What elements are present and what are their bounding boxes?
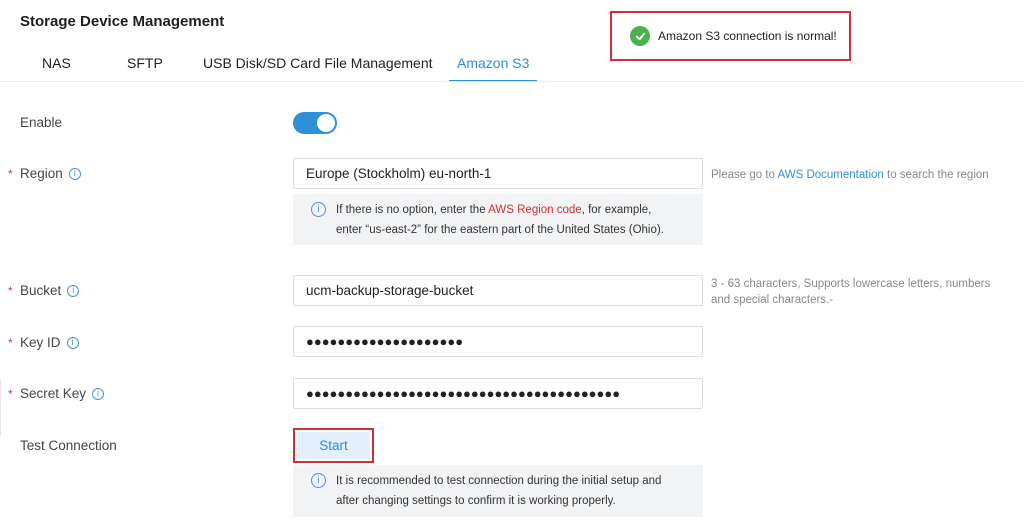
bucket-help-line1: 3 - 63 characters, Supports lowercase le… [711, 278, 991, 290]
enable-label-text: Enable [20, 115, 63, 130]
required-mark: * [8, 166, 13, 181]
check-circle-icon [630, 26, 650, 46]
region-value: Europe (Stockholm) eu-north-1 [306, 166, 492, 181]
enable-label: Enable [20, 115, 62, 130]
aws-documentation-link[interactable]: AWS Documentation [778, 169, 884, 181]
enable-toggle[interactable] [293, 112, 337, 134]
region-help-suffix: to search the region [883, 169, 989, 181]
bucket-input[interactable]: ucm-backup-storage-bucket [293, 275, 703, 306]
tab-amazon-s3[interactable]: Amazon S3 [448, 50, 538, 82]
bucket-value: ucm-backup-storage-bucket [306, 283, 474, 298]
toggle-knob [317, 114, 335, 132]
tab-divider [0, 81, 1024, 82]
bucket-help-line2: and special characters.- [711, 294, 834, 306]
info-icon[interactable]: i [66, 336, 79, 349]
key-id-value: ●●●●●●●●●●●●●●●●●●●● [306, 334, 464, 349]
test-connection-label-text: Test Connection [20, 438, 117, 453]
secret-key-input[interactable]: ●●●●●●●●●●●●●●●●●●●●●●●●●●●●●●●●●●●●●●●● [293, 378, 703, 409]
secret-key-value: ●●●●●●●●●●●●●●●●●●●●●●●●●●●●●●●●●●●●●●●● [306, 386, 621, 401]
toast-message: Amazon S3 connection is normal! [658, 29, 837, 43]
region-note: i If there is no option, enter the AWS R… [293, 194, 703, 245]
test-note-line1: It is recommended to test connection dur… [336, 475, 662, 487]
test-note-line2: after changing settings to confirm it is… [336, 495, 616, 507]
tab-sftp[interactable]: SFTP [127, 50, 163, 82]
info-icon[interactable]: i [68, 167, 81, 180]
secret-key-label-text: Secret Key [20, 386, 87, 401]
bucket-label: * Bucket i [8, 283, 80, 298]
required-mark: * [8, 386, 13, 401]
tab-nas[interactable]: NAS [42, 50, 71, 82]
side-divider [0, 380, 1, 435]
tab-usb-disk[interactable]: USB Disk/SD Card File Management [203, 50, 433, 82]
info-icon[interactable]: i [67, 284, 80, 297]
page-title: Storage Device Management [20, 13, 225, 30]
start-button-highlight: Start [293, 428, 374, 463]
aws-region-code-text: AWS Region code [488, 204, 582, 216]
secret-key-label: * Secret Key i [8, 386, 105, 401]
bucket-help: 3 - 63 characters, Supports lowercase le… [711, 276, 990, 308]
key-id-label-text: Key ID [20, 335, 61, 350]
key-id-label: * Key ID i [8, 335, 79, 350]
toast-highlight: Amazon S3 connection is normal! [610, 11, 851, 61]
test-connection-label: Test Connection [20, 438, 117, 453]
region-note-suffix: , for example, [581, 204, 652, 216]
required-mark: * [8, 335, 13, 350]
region-label-text: Region [20, 166, 63, 181]
bucket-label-text: Bucket [20, 283, 62, 298]
test-connection-note: i It is recommended to test connection d… [293, 465, 703, 517]
region-help: Please go to AWS Documentation to search… [711, 167, 989, 183]
info-icon[interactable]: i [92, 387, 105, 400]
success-toast: Amazon S3 connection is normal! [630, 26, 837, 46]
region-note-line1: If there is no option, enter the AWS Reg… [336, 200, 693, 220]
start-button[interactable]: Start [297, 432, 370, 459]
region-help-prefix: Please go to [711, 169, 778, 181]
key-id-input[interactable]: ●●●●●●●●●●●●●●●●●●●● [293, 326, 703, 357]
required-mark: * [8, 283, 13, 298]
region-select[interactable]: Europe (Stockholm) eu-north-1 [293, 158, 703, 189]
region-label: * Region i [8, 166, 81, 181]
info-icon: i [311, 202, 326, 217]
info-icon: i [311, 473, 326, 488]
region-note-prefix: If there is no option, enter the [336, 204, 489, 216]
region-note-line2: enter “us-east-2” for the eastern part o… [336, 224, 664, 236]
